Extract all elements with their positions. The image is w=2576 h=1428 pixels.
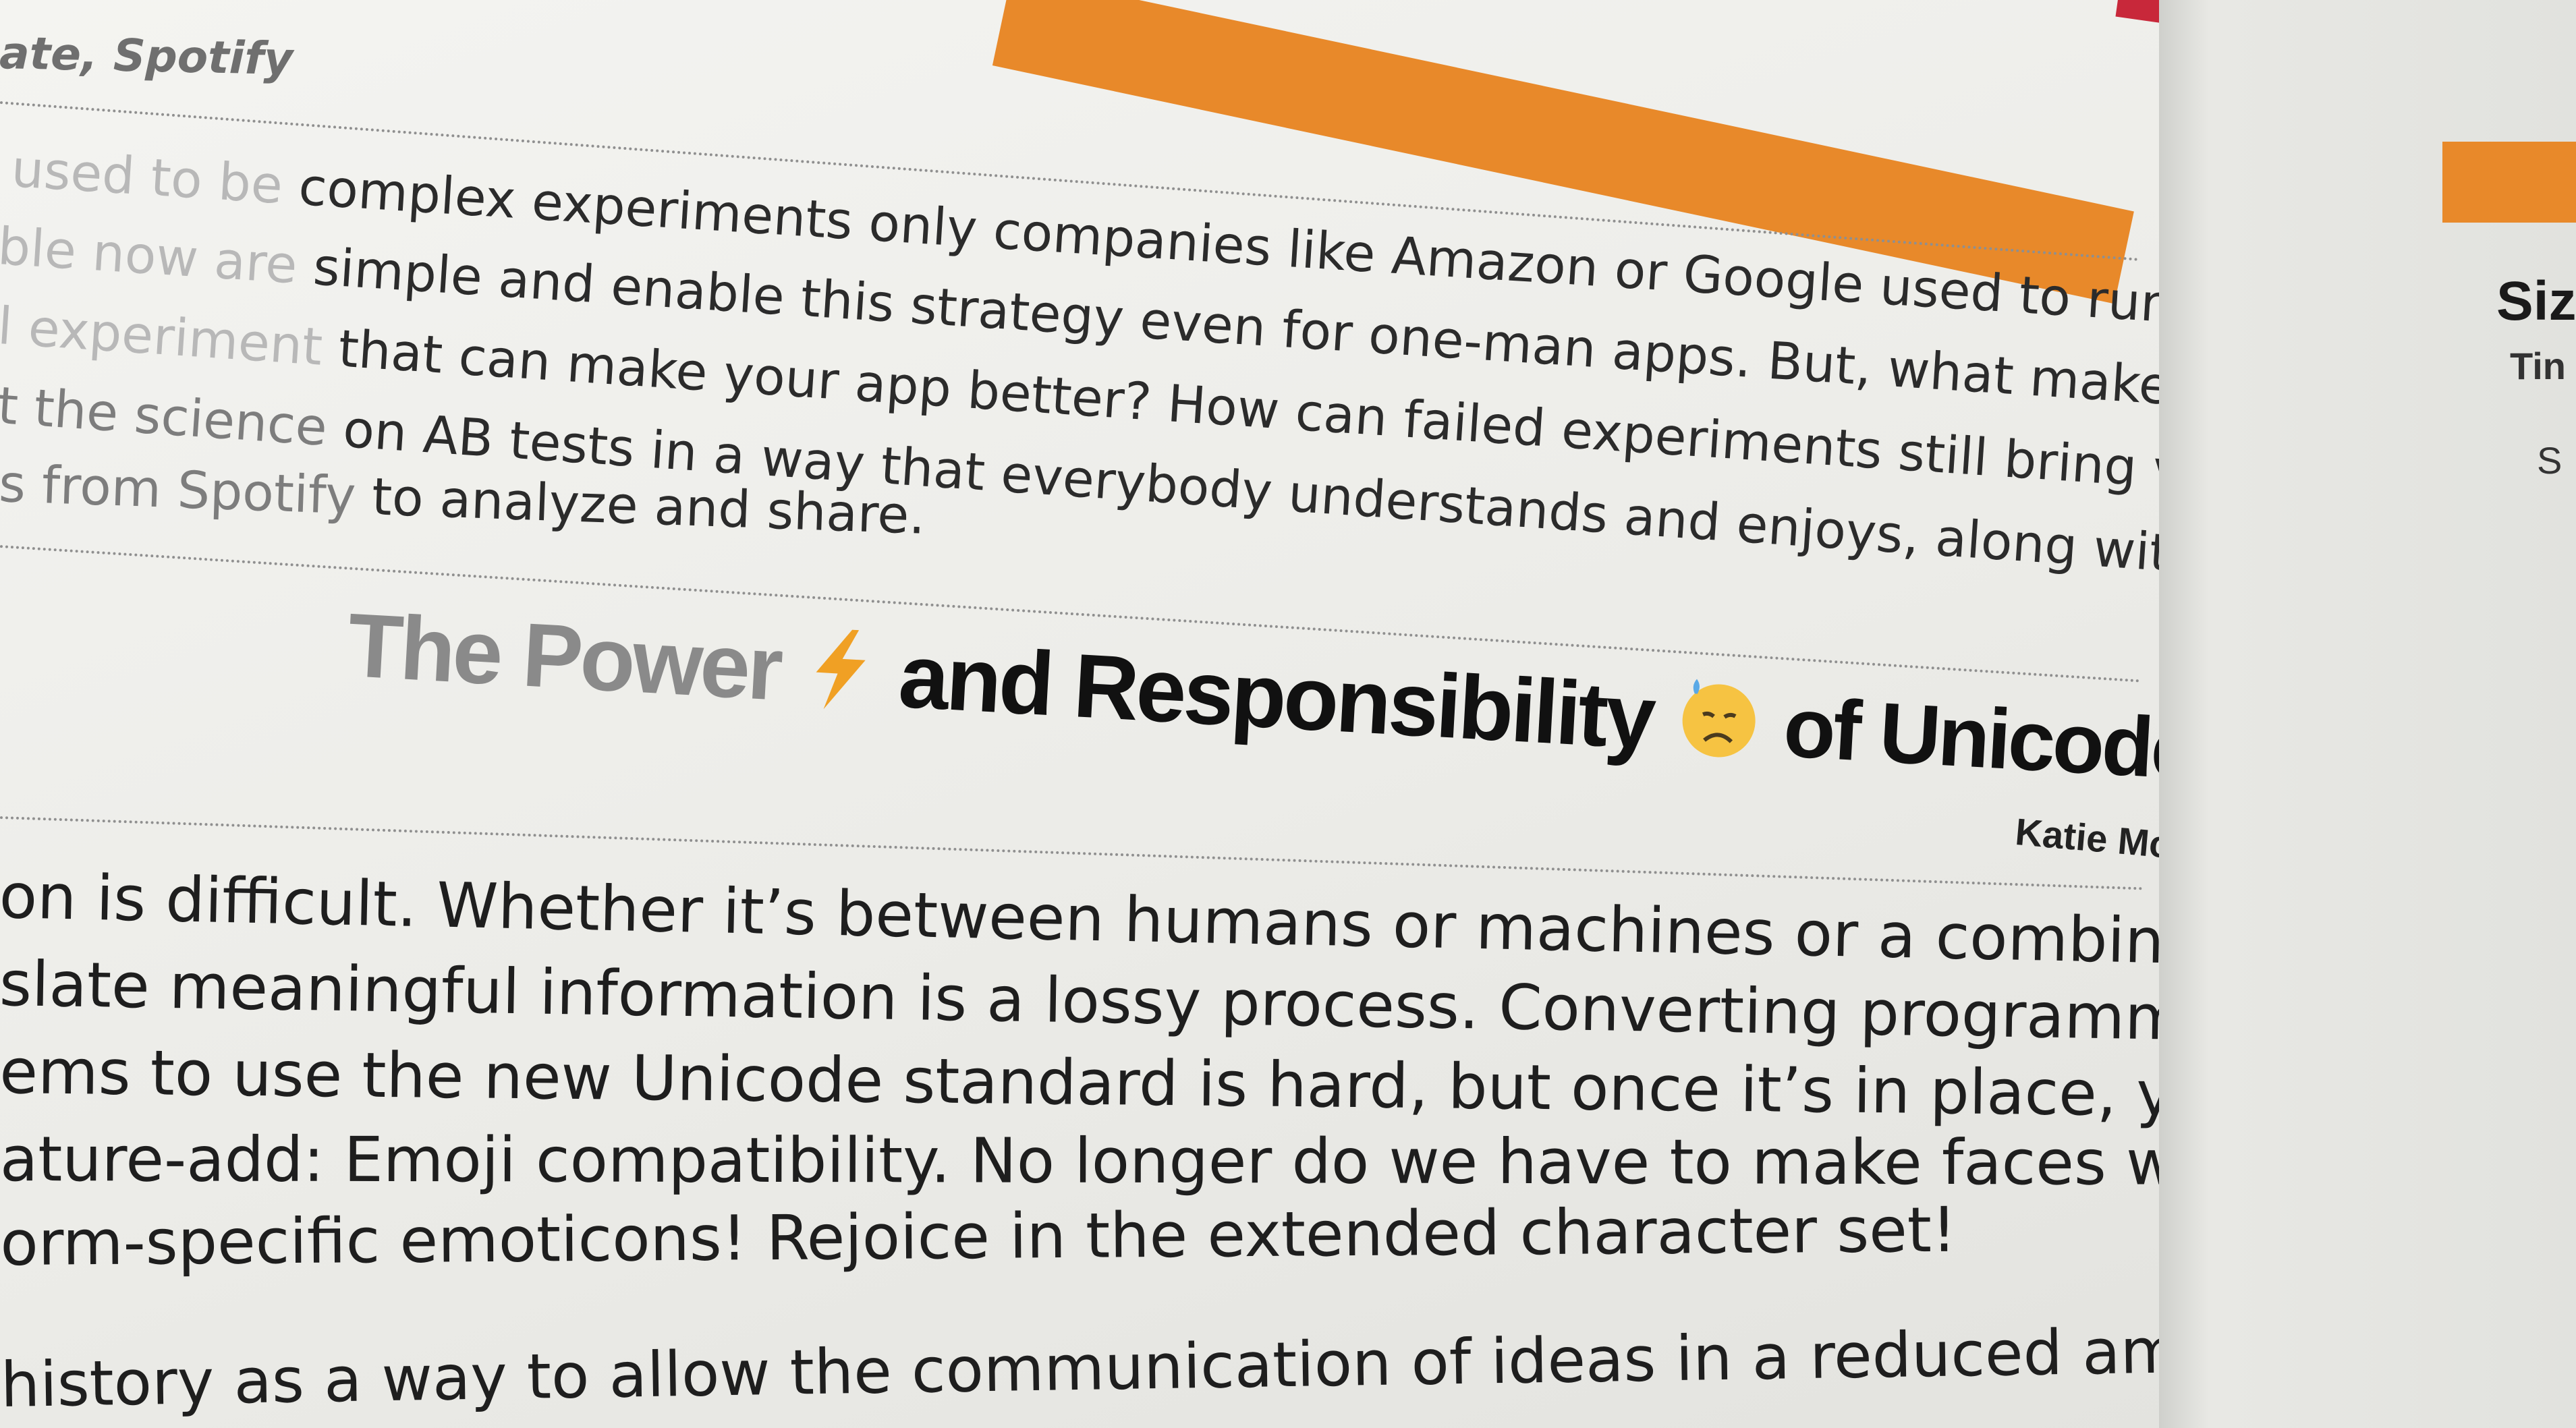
book-left-page: ate, Spotify used to be complex experime… xyxy=(0,0,2186,1428)
title-part-3: of Unicode Adoption xyxy=(1781,679,2186,818)
sad-sweat-face-icon xyxy=(1672,673,1764,784)
body-line: ature-add: Emoji compatibility. No longe… xyxy=(0,1123,2186,1200)
title-part-2: and Responsibility xyxy=(896,625,1656,768)
title-part-1: The Power xyxy=(345,594,783,720)
book-right-page: Siz Tin S xyxy=(2159,0,2576,1428)
orange-header-band-right xyxy=(2442,142,2576,223)
right-page-subheading: Tin xyxy=(2510,345,2566,387)
right-page-heading: Siz xyxy=(2496,270,2576,332)
lightning-icon xyxy=(800,626,879,733)
body-line: orm-specific emoticons! Rejoice in the e… xyxy=(0,1193,1957,1280)
body-line: history as a way to allow the communicat… xyxy=(0,1307,2186,1421)
right-page-text: S xyxy=(2537,439,2563,482)
header-author: ate, Spotify xyxy=(0,27,293,86)
body-line: ems to use the new Unicode standard is h… xyxy=(0,1035,2186,1134)
article-title: The Power and Responsibility of Unicode … xyxy=(345,594,2186,834)
